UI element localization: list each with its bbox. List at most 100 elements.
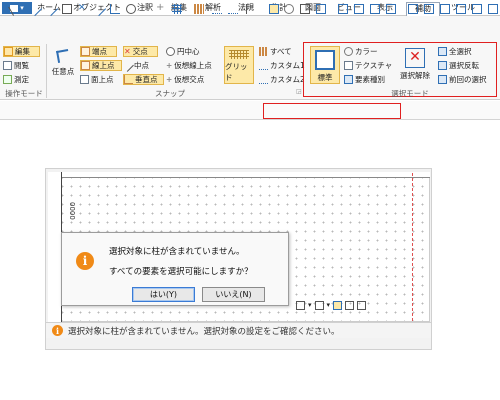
standard-selection-button[interactable]: 標準 (310, 46, 340, 84)
display-mode-icon[interactable] (314, 300, 324, 310)
measure-mode-button[interactable]: 測定 (3, 74, 29, 85)
snap-circle-center-button[interactable]: 円中心 (166, 46, 200, 57)
snap-midpoint-button[interactable]: 中点 (121, 59, 149, 72)
status-info-icon: i (52, 325, 63, 336)
quick-select-cursor-icon[interactable] (246, 4, 256, 14)
quick-extra2-icon[interactable] (424, 4, 434, 14)
snap-on-face-button[interactable]: 面上点 (80, 74, 114, 85)
quick-extra1-icon[interactable] (408, 4, 418, 14)
intersection-icon: ✕ (124, 47, 131, 56)
snap-custom1-button[interactable]: カスタム1 (259, 60, 305, 71)
standard-selection-icon (315, 50, 335, 70)
endpoint-icon (81, 47, 90, 56)
status-bar: i 選択対象に柱が含まれていません。選択対象の設定をご確認ください。 (46, 322, 431, 338)
view-mode-button[interactable]: 閲覧 (3, 60, 29, 71)
quick-selection-highlight (263, 103, 401, 119)
previous-selection-button[interactable]: 前回の選択 (438, 74, 487, 85)
quick-extra4-icon[interactable] (456, 4, 466, 14)
no-button[interactable]: いいえ(N) (202, 287, 265, 302)
invert-selection-icon (438, 61, 447, 70)
quick-select-all-icon[interactable] (338, 4, 348, 14)
on-line-point-icon (81, 61, 90, 70)
status-message: 選択対象に柱が含まれていません。選択対象の設定をご確認ください。 (68, 326, 340, 337)
snap-perpendicular-button[interactable]: 垂直点 (123, 74, 164, 85)
quick-all-icon[interactable] (194, 4, 204, 14)
canvas-view-toolbar: ▾ ▾ (296, 298, 367, 312)
view-dropdown-icon[interactable]: ▾ (308, 301, 312, 309)
face-point-icon (80, 75, 89, 84)
arbitrary-point-button[interactable]: 任意点 (50, 49, 76, 77)
quick-custom1-icon[interactable] (212, 4, 222, 14)
properties-icon[interactable] (357, 300, 367, 310)
red-guide-line (412, 173, 413, 321)
layer-icon[interactable] (345, 300, 355, 310)
display-dropdown-icon[interactable]: ▾ (327, 301, 331, 309)
snap-on-line-button[interactable]: 線上点 (80, 60, 122, 71)
deselect-icon: ✕ (405, 48, 425, 68)
quick-standard-icon[interactable] (269, 4, 279, 14)
horizontal-ruler (62, 172, 430, 178)
snap-endpoint-button[interactable]: 端点 (80, 46, 117, 57)
quick-texture-icon[interactable] (300, 4, 310, 14)
perpendicular-icon (124, 75, 133, 84)
snap-custom2-button[interactable]: カスタム2 (259, 74, 305, 85)
virtual-line-icon: + (166, 61, 173, 70)
quick-extra3-icon[interactable] (440, 4, 450, 14)
info-icon: i (76, 252, 94, 270)
snap-group-label: スナップ (155, 89, 185, 98)
grid-snap-button[interactable]: グリッド (224, 46, 254, 84)
element-type-icon (344, 75, 353, 84)
circle-center-icon (166, 47, 175, 56)
deselect-button[interactable]: ✕ 選択解除 (396, 48, 434, 81)
quick-snap-toolbar (0, 101, 500, 120)
cursor-icon (4, 47, 13, 56)
snap-virtual-intersection-button[interactable]: + 仮想交点 (166, 74, 204, 85)
select-all-button[interactable]: 全選択 (438, 46, 472, 57)
document-icon (3, 61, 12, 70)
quick-virtual-line-icon[interactable]: + (142, 2, 150, 13)
ruler-label: 0000 (68, 202, 76, 220)
confirm-dialog: i 選択対象に柱が含まれていません。 すべての要素を選択可能にしますか？ はい(… (61, 232, 289, 306)
quick-color-icon[interactable] (284, 4, 294, 14)
filter-color-button[interactable]: カラー (344, 46, 378, 57)
quick-custom2-icon[interactable] (228, 4, 238, 14)
dialog-launcher-icon[interactable]: ◲ (296, 88, 302, 95)
quick-invert-icon[interactable] (354, 4, 364, 14)
dialog-message-line2: すべての要素を選択可能にしますか？ (109, 267, 253, 277)
custom1-icon (259, 61, 268, 70)
quick-face-icon[interactable] (62, 4, 72, 14)
filter-element-type-button[interactable]: 要素種別 (344, 74, 385, 85)
snap-virtual-line-button[interactable]: + 仮想線上点 (166, 60, 212, 71)
quick-perpendicular-icon[interactable] (110, 4, 120, 14)
invert-selection-button[interactable]: 選択反転 (438, 60, 479, 71)
group-divider (46, 44, 47, 98)
yes-button[interactable]: はい(Y) (132, 287, 195, 302)
quick-grid-icon[interactable] (172, 4, 182, 14)
midpoint-icon (121, 59, 134, 72)
measure-icon (3, 75, 12, 84)
quick-circle-center-icon[interactable] (126, 4, 136, 14)
quick-element-type-icon[interactable] (316, 4, 326, 14)
dialog-message-line1: 選択対象に柱が含まれていません。 (109, 247, 245, 257)
quick-virtual-intersection-icon[interactable]: + (156, 2, 164, 13)
edit-mode-button[interactable]: 編集 (3, 46, 40, 57)
arbitrary-point-icon (56, 49, 70, 63)
grid-icon (229, 50, 249, 59)
quick-previous-icon[interactable] (370, 4, 380, 14)
select-all-icon (438, 47, 447, 56)
snap-all-button[interactable]: すべて (259, 46, 292, 57)
selection-mode-group-label: 選択モード (391, 89, 429, 98)
quick-intersection-icon[interactable]: ✕ (78, 3, 86, 13)
quick-deselect-icon[interactable] (386, 4, 396, 14)
quick-extra6-icon[interactable] (488, 4, 498, 14)
previous-selection-icon (438, 75, 447, 84)
custom2-icon (259, 75, 268, 84)
edit-style-icon[interactable] (333, 300, 343, 310)
operation-mode-group-label: 操作モード (5, 89, 43, 98)
view-cube-icon[interactable] (296, 300, 305, 310)
vertical-ruler (48, 172, 62, 322)
quick-extra5-icon[interactable] (472, 4, 482, 14)
virtual-intersection-icon: + (166, 75, 173, 84)
snap-intersection-button[interactable]: ✕ 交点 (123, 46, 158, 57)
filter-texture-button[interactable]: テクスチャ (344, 60, 392, 71)
